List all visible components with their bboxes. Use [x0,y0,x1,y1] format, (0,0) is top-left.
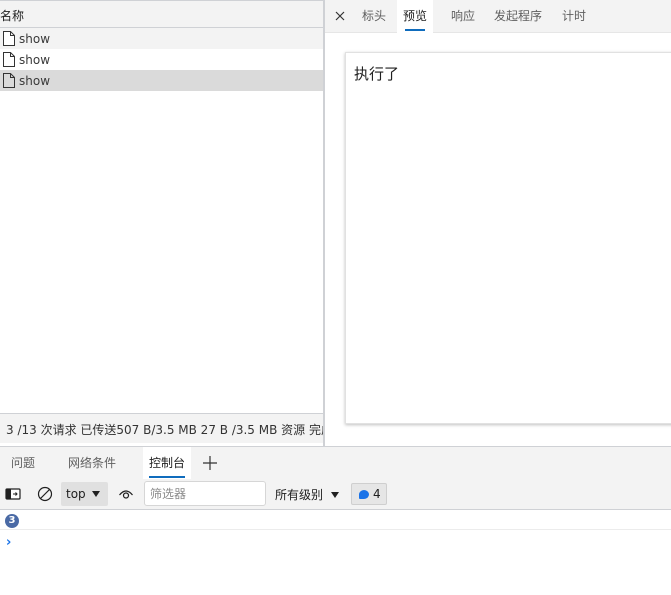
document-icon [3,73,15,88]
log-levels-dropdown[interactable]: 所有级别 [275,486,323,503]
document-icon [3,31,15,46]
network-status-bar: 3 /13 次请求 已传送507 B/3.5 MB 27 B /3.5 MB 资… [0,413,323,443]
tab-response[interactable]: 响应 [445,0,481,33]
request-row-selected[interactable]: show [0,70,323,91]
preview-content: 执行了 [345,52,671,424]
network-panel: 名称 show show show 3 /13 次请求 已传送507 B/3.5… [0,0,671,446]
filter-input[interactable] [144,481,266,506]
console-toolbar: top 所有级别 4 [0,479,671,510]
console-prompt[interactable]: › [6,535,11,550]
column-header-label: 名称 [0,9,25,23]
drawer-tabbar: 问题 网络条件 控制台 [0,446,671,479]
request-row[interactable]: show [0,28,323,49]
details-tabbar: 标头 预览 响应 发起程序 计时 [325,0,671,33]
tab-issues[interactable]: 问题 [5,447,41,479]
message-count: 4 [373,487,381,501]
request-details-pane: 标头 预览 响应 发起程序 计时 执行了 [325,0,671,446]
tab-console[interactable]: 控制台 [143,447,192,479]
context-value: top [66,487,86,501]
issues-count-button[interactable]: 4 [351,483,387,505]
plus-icon[interactable] [202,455,218,471]
close-icon[interactable] [332,8,348,24]
name-column-header[interactable]: 名称 [0,0,323,28]
request-name: show [19,73,51,88]
tab-timing[interactable]: 计时 [556,0,592,33]
status-summary: 3 /13 次请求 已传送507 B/3.5 MB 27 B /3.5 MB 资… [6,423,323,437]
message-icon [359,490,369,499]
console-message-group[interactable]: 3 [0,511,671,530]
tab-headers[interactable]: 标头 [356,0,392,33]
request-row[interactable]: show [0,49,323,70]
request-list: show show show [0,28,323,91]
tab-preview[interactable]: 预览 [397,0,434,33]
live-expression-icon[interactable] [118,486,134,502]
request-list-pane: 名称 show show show 3 /13 次请求 已传送507 B/3.5… [0,0,323,446]
tab-network-conditions[interactable]: 网络条件 [62,447,122,479]
console-drawer: 问题 网络条件 控制台 top 所有级别 4 [0,446,671,595]
request-name: show [19,52,51,67]
preview-text: 执行了 [354,65,400,83]
context-selector[interactable]: top [61,482,108,506]
document-icon [3,52,15,67]
repeat-count-badge: 3 [5,514,19,528]
tab-initiator[interactable]: 发起程序 [488,0,548,33]
sidebar-toggle-icon[interactable] [5,486,21,502]
chevron-down-icon[interactable] [331,492,339,498]
chevron-down-icon [92,491,100,497]
request-name: show [19,31,51,46]
clear-console-icon[interactable] [37,486,53,502]
